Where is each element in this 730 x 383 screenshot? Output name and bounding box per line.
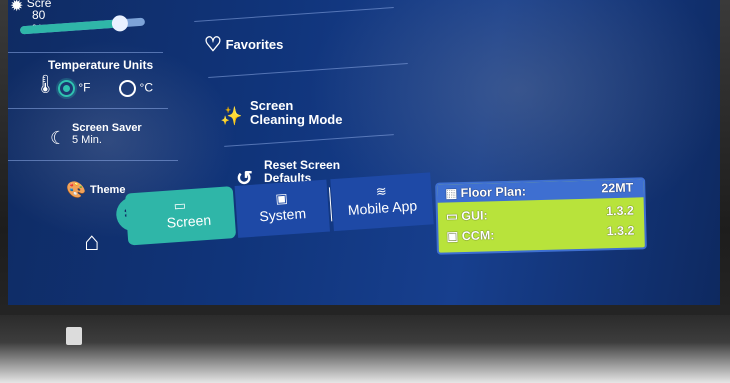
favorites-label: Favorites: [225, 37, 284, 52]
tab-mobile-app[interactable]: ≋ Mobile App: [330, 172, 434, 232]
gui-value: 1.3.2: [605, 203, 635, 219]
floor-plan-row: ▦ Floor Plan:: [445, 183, 526, 201]
divider: [8, 108, 168, 109]
heart-icon: ♡: [204, 34, 222, 56]
device-base: [0, 315, 730, 383]
screen-saver-value: 5 Min.: [72, 134, 102, 146]
gui-label: GUI:: [461, 208, 488, 224]
sun-icon: ✹: [10, 0, 24, 15]
screen-saver-title: Screen Saver: [72, 122, 142, 134]
touch-screen: ✹ Scre 80 % Temperature Units 🌡 °F °C ☾ …: [8, 0, 720, 305]
moon-icon: ☾: [50, 128, 67, 148]
screen-saver-item[interactable]: Screen Saver 5 Min.: [72, 122, 142, 146]
ccm-value: 1.3.2: [606, 223, 635, 239]
sparkle-icon: ✨: [220, 106, 243, 126]
temperature-title: Temperature Units: [48, 58, 154, 72]
tab-system[interactable]: ▣ System: [234, 179, 330, 238]
ccm-row: ▣ CCM:: [446, 227, 494, 244]
gui-row: ▭ GUI:: [446, 207, 488, 224]
brightness-header: ✹ Scre 80 %: [10, 0, 51, 36]
favorites-item[interactable]: ♡ Favorites: [204, 32, 283, 57]
brightness-slider-knob[interactable]: [111, 14, 129, 32]
floor-plan-label: Floor Plan:: [460, 184, 527, 201]
thermometer-icon: 🌡: [34, 74, 57, 94]
divider: [8, 160, 178, 161]
reset-line1: Reset Screen: [264, 158, 341, 172]
cleaning-line1: Screen: [250, 98, 294, 113]
floor-plan-icon: ▦: [445, 186, 458, 201]
radio-fahrenheit[interactable]: [58, 80, 75, 97]
ccm-icon: ▣: [446, 229, 459, 244]
ccm-label: CCM:: [461, 228, 495, 244]
gui-icon: ▭: [445, 209, 458, 224]
option-fahrenheit-label: °F: [78, 80, 91, 95]
tab-screen[interactable]: ▭ Screen: [124, 186, 237, 246]
option-celsius-label: °C: [139, 80, 153, 95]
cleaning-line2: Cleaning Mode: [250, 112, 343, 127]
floor-plan-value: 22MT: [601, 180, 634, 196]
radio-celsius[interactable]: [119, 80, 137, 97]
temperature-options: °F °C: [58, 80, 153, 97]
divider: [8, 52, 163, 53]
version-info-panel: ▦ Floor Plan: 22MT ▭ GUI: 1.3.2 ▣ CCM: 1…: [435, 177, 647, 255]
device-foot: [66, 327, 82, 345]
